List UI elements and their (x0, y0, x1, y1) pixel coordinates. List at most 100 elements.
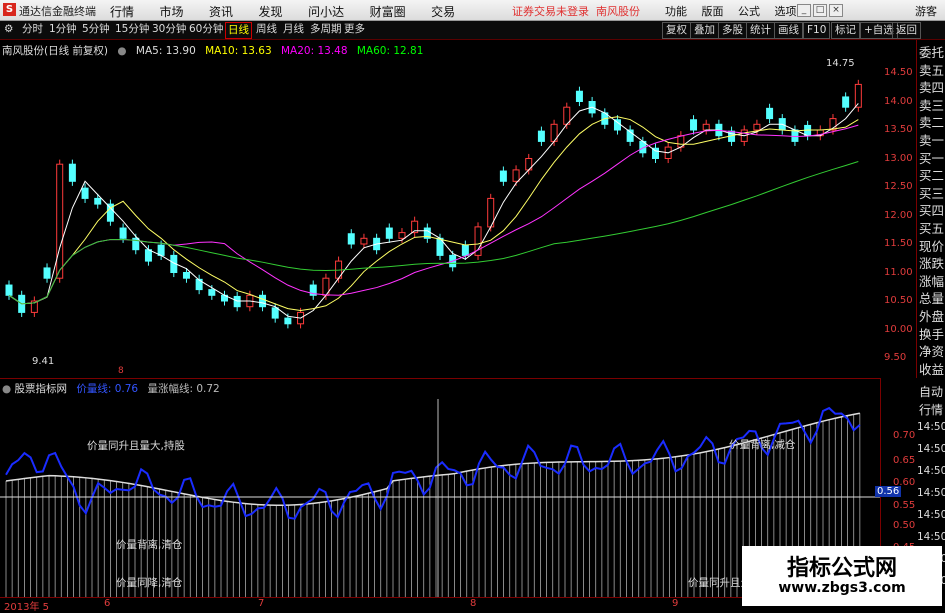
quote-field-label: 涨幅 (919, 273, 945, 289)
quote-field-label: 买五 (919, 221, 945, 236)
candle-body (119, 227, 127, 239)
annotation-fall-clear: 价量同降,清仓 (116, 577, 183, 589)
stats-button[interactable]: 统计 (746, 22, 775, 39)
period-tab-60min[interactable]: 60分钟 (187, 22, 225, 37)
main-chart-svg[interactable] (0, 40, 880, 378)
watermark-title: 指标公式网 (786, 556, 897, 581)
period-tab-15min[interactable]: 15分钟 (113, 22, 151, 37)
menu-assistant[interactable]: 问小达 (308, 3, 344, 20)
guest-label[interactable]: 游客 (915, 3, 937, 19)
quote-field-label: 收益 (919, 361, 945, 377)
adjust-button[interactable]: 复权 (662, 22, 691, 39)
price-tick: 12.00 (884, 210, 913, 221)
indicator-tick: 0.55 (893, 500, 916, 511)
quote-field-label: 买三 (919, 185, 945, 201)
multi-stock-button[interactable]: 多股 (718, 22, 747, 39)
price-tick: 14.50 (884, 67, 913, 78)
menu-function[interactable]: 功能 (665, 3, 687, 19)
period-tab-timeshare[interactable]: 分时 (20, 22, 45, 37)
quote-field-label: 换手 (919, 326, 945, 342)
menu-quotes[interactable]: 行情 (110, 3, 134, 20)
menu-wealth[interactable]: 财富圈 (370, 3, 406, 20)
app-logo-icon: S (3, 3, 16, 16)
period-tab-multi[interactable]: 多周期 (308, 22, 344, 37)
close-icon[interactable]: × (829, 4, 843, 17)
menu-news[interactable]: 资讯 (209, 3, 233, 20)
menu-trade[interactable]: 交易 (431, 3, 455, 20)
price-tick: 11.50 (884, 238, 913, 249)
quote-field-label: 卖五 (919, 62, 945, 78)
period-tab-more[interactable]: 更多 (342, 22, 367, 37)
login-alert[interactable]: 证券交易未登录 南风股份 (512, 3, 640, 19)
menu-layout[interactable]: 版面 (702, 3, 724, 19)
menu-options[interactable]: 选项 (775, 3, 797, 19)
watermark-url: www.zbgs3.com (778, 580, 906, 596)
annotation-divergence-reduce: 价量背离,减仓 (729, 439, 796, 451)
tick-time: 14:50 (917, 487, 945, 499)
tick-time: 14:50 (917, 443, 945, 455)
minimize-icon[interactable]: _ (797, 4, 811, 17)
title-bar: S 通达信金融终端 行情 市场 资讯 发现 问小达 财富圈 交易 证券交易未登录… (0, 0, 945, 21)
price-tick: 14.00 (884, 96, 913, 107)
candle-body (398, 232, 406, 239)
volume-change-line (5, 412, 860, 506)
quote-field-label: 买一 (919, 150, 945, 166)
tick-time: 14:50 (917, 531, 945, 543)
period-tab-daily[interactable]: 日线 (225, 22, 252, 39)
price-volume-line-label: 价量线: 0.76 (76, 383, 139, 395)
quote-field-label: 卖二 (919, 115, 945, 131)
maximize-icon[interactable]: □ (813, 4, 827, 17)
date-label: 9 (672, 598, 679, 609)
candle-body (182, 272, 190, 279)
period-tab-monthly[interactable]: 月线 (281, 22, 306, 37)
overlay-button[interactable]: 叠加 (690, 22, 719, 39)
quote-field-label: 委托 (919, 45, 945, 60)
low-marker: 9.41 (32, 356, 55, 367)
period-tab-30min[interactable]: 30分钟 (150, 22, 188, 37)
candle-body (512, 169, 520, 182)
candle-body (537, 130, 545, 142)
period-tab-5min[interactable]: 5分钟 (80, 22, 112, 37)
candle-body (842, 96, 850, 108)
main-menu: 行情 市场 资讯 发现 问小达 财富圈 交易 (110, 3, 477, 20)
ma20-label: MA20: 13.48 (280, 45, 348, 57)
tick-time: 14:50 (917, 465, 945, 477)
quote-label[interactable]: 行情 (919, 401, 945, 418)
mark-button[interactable]: 标记 (831, 22, 860, 39)
candle-body (43, 267, 51, 279)
candle-body (144, 249, 152, 262)
period-toolbar: ⚙ 分时 1分钟 5分钟 15分钟 30分钟 60分钟 日线 周线 月线 多周期… (0, 21, 945, 40)
candle-body (575, 90, 583, 103)
ma-dot-icon: ● (117, 45, 127, 57)
chart-title: 南风股份(日线 前复权) (2, 45, 109, 57)
indicator-tick: 0.50 (893, 520, 916, 531)
back-button[interactable]: 返回 (892, 22, 921, 39)
indicator-title: 股票指标网 (14, 383, 68, 395)
candle-body (56, 163, 64, 279)
draw-button[interactable]: 画线 (774, 22, 803, 39)
high-marker: 14.75 (826, 58, 855, 69)
candle-body (499, 170, 507, 182)
price-tick: 10.00 (884, 324, 913, 335)
candle-body (461, 244, 469, 256)
candle-body (94, 197, 102, 205)
quote-field-label: 外盘 (919, 309, 945, 324)
tick-time: 14:50 (917, 509, 945, 521)
menu-market[interactable]: 市场 (160, 3, 184, 20)
indicator-dot-icon: ● (2, 383, 12, 395)
settings-icon[interactable]: ⚙ (2, 22, 15, 37)
period-tab-1min[interactable]: 1分钟 (47, 22, 79, 37)
quote-field-label: 总量 (919, 291, 945, 307)
menu-formula[interactable]: 公式 (738, 3, 760, 19)
stock-tab[interactable]: 南风股份 (596, 5, 640, 18)
price-tick: 10.50 (884, 295, 913, 306)
auto-quote-label[interactable]: 自动 (919, 383, 945, 400)
period-tab-weekly[interactable]: 周线 (254, 22, 279, 37)
f10-button[interactable]: F10 (803, 22, 831, 39)
date-marker: 8 (118, 366, 124, 376)
menu-discover[interactable]: 发现 (259, 3, 283, 20)
date-label: 6 (104, 598, 111, 609)
price-tick: 12.50 (884, 181, 913, 192)
quote-field-label: 现价 (919, 238, 945, 254)
watermark-box: 指标公式网 www.zbgs3.com (742, 546, 942, 606)
